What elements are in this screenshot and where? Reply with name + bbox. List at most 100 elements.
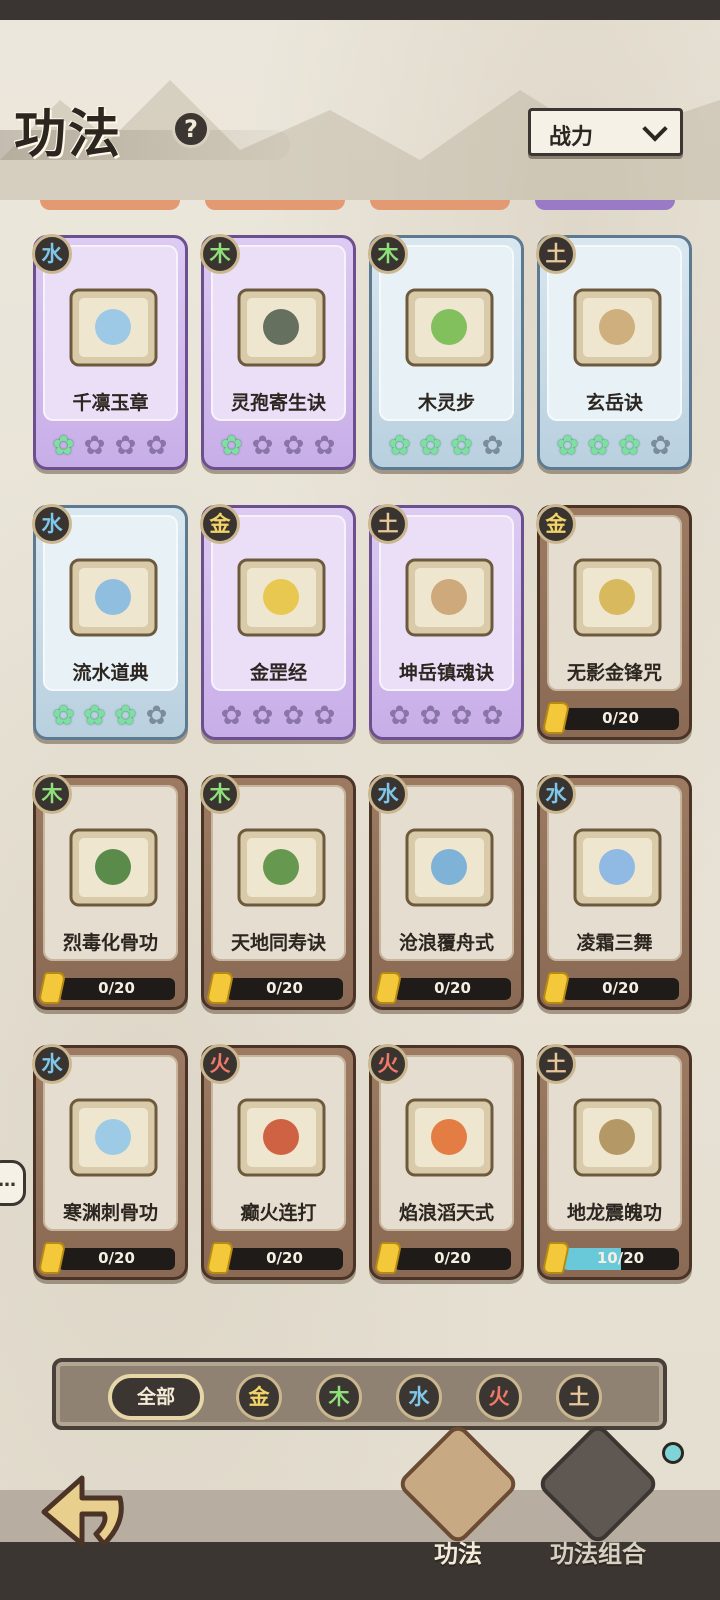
star-icon: ✿ — [52, 431, 75, 461]
progress-text: 0/20 — [98, 1249, 135, 1267]
star-icon: ✿ — [556, 431, 579, 461]
star-icon: ✿ — [52, 701, 75, 731]
skill-card[interactable]: 水沧浪覆舟式 0/20 — [368, 774, 524, 1010]
chat-tab[interactable]: … — [0, 1160, 26, 1206]
star-icon: ✿ — [450, 701, 473, 731]
ice-crystal-icon — [61, 1090, 166, 1185]
frost-crystal-icon — [565, 820, 670, 915]
element-badge: 水 — [32, 1044, 72, 1084]
green-flame-icon — [229, 820, 334, 915]
skill-name: 坤岳镇魂诀 — [398, 662, 494, 684]
skill-name: 金罡经 — [249, 662, 307, 684]
skill-card[interactable]: 土地龙震魄功 10/20 — [536, 1044, 692, 1280]
skill-card[interactable]: 木木灵步 ✿ ✿ ✿ ✿ — [368, 234, 524, 470]
ice-shards-icon — [61, 280, 166, 375]
progress-text: 0/20 — [602, 709, 639, 727]
skill-card[interactable]: 土坤岳镇魂诀 ✿ ✿ ✿ ✿ — [368, 504, 524, 740]
sort-dropdown-label: 战力 — [549, 125, 594, 150]
filter-metal-button[interactable]: 金 — [236, 1374, 282, 1420]
spore-creature-icon — [229, 280, 334, 375]
element-badge: 水 — [32, 504, 72, 544]
skill-name: 流水道典 — [72, 662, 149, 684]
filter-earth-button[interactable]: 土 — [556, 1374, 602, 1420]
skill-name: 寒渊刺骨功 — [62, 1202, 158, 1224]
skill-card[interactable]: 火癫火连打 0/20 — [200, 1044, 356, 1280]
element-badge: 金 — [200, 504, 240, 544]
star-icon: ✿ — [388, 701, 411, 731]
flame-wave-icon — [397, 1090, 502, 1185]
star-icon: ✿ — [587, 431, 610, 461]
skill-card[interactable]: 水凌霜三舞 0/20 — [536, 774, 692, 1010]
skill-card[interactable]: 土玄岳诀 ✿ ✿ ✿ ✿ — [536, 234, 692, 470]
earth-dragon-icon — [565, 1090, 670, 1185]
earth-fist-icon — [565, 280, 670, 375]
golden-blade-icon — [565, 550, 670, 645]
partial-card-row — [0, 200, 720, 212]
sort-dropdown[interactable]: 战力 — [528, 108, 683, 156]
skill-card[interactable]: 木灵孢寄生诀 ✿ ✿ ✿ ✿ — [200, 234, 356, 470]
star-icon: ✿ — [313, 701, 336, 731]
tab-skills[interactable]: 功法 — [395, 1421, 521, 1569]
star-rating: ✿ ✿ ✿ ✿ — [50, 433, 170, 460]
progress-text: 0/20 — [434, 979, 471, 997]
fragment-progress: 0/20 — [562, 978, 679, 1000]
element-badge: 土 — [368, 504, 408, 544]
filter-fire-button[interactable]: 火 — [476, 1374, 522, 1420]
element-badge: 金 — [536, 504, 576, 544]
skill-card[interactable]: 木烈毒化骨功 0/20 — [32, 774, 188, 1010]
fragment-progress: 0/20 — [58, 978, 175, 1000]
filter-water-button[interactable]: 水 — [396, 1374, 442, 1420]
star-rating: ✿ ✿ ✿ ✿ — [218, 703, 338, 730]
filter-wood-button[interactable]: 木 — [316, 1374, 362, 1420]
skill-card[interactable]: 木天地同寿诀 0/20 — [200, 774, 356, 1010]
tab-skill-combos[interactable]: 功法组合 — [535, 1421, 661, 1569]
back-arrow-icon[interactable] — [34, 1464, 130, 1560]
element-badge: 木 — [368, 234, 408, 274]
star-icon: ✿ — [83, 431, 106, 461]
fire-orb-icon — [229, 1090, 334, 1185]
progress-text: 10/20 — [596, 1249, 645, 1267]
skill-name: 千凛玉章 — [72, 392, 149, 414]
skill-card[interactable]: 水寒渊刺骨功 0/20 — [32, 1044, 188, 1280]
partial-card — [40, 200, 180, 210]
star-icon: ✿ — [282, 431, 305, 461]
partial-card — [205, 200, 345, 210]
skill-card[interactable]: 水流水道典 ✿ ✿ ✿ ✿ — [32, 504, 188, 740]
fragment-progress: 0/20 — [562, 708, 679, 730]
star-icon: ✿ — [618, 431, 641, 461]
star-icon: ✿ — [282, 701, 305, 731]
star-icon: ✿ — [450, 431, 473, 461]
star-icon: ✿ — [251, 701, 274, 731]
notification-gem-icon — [662, 1442, 684, 1464]
skill-name: 凌霜三舞 — [576, 932, 653, 954]
star-icon: ✿ — [388, 431, 411, 461]
progress-text: 0/20 — [602, 979, 639, 997]
skill-card-grid: 水千凛玉章 ✿ ✿ ✿ ✿ 木灵孢寄生诀 ✿ ✿ ✿ ✿ 木木灵步 ✿ ✿ ✿ ✿ 土玄岳诀 ✿ ✿ ✿ ✿ 水流水道典… — [32, 234, 698, 1280]
star-icon: ✿ — [114, 431, 137, 461]
star-rating: ✿ ✿ ✿ ✿ — [50, 703, 170, 730]
star-icon: ✿ — [145, 431, 168, 461]
skill-card[interactable]: 金金罡经 ✿ ✿ ✿ ✿ — [200, 504, 356, 740]
skill-name: 天地同寿诀 — [230, 932, 326, 954]
element-filter-bar: 全部 金 木 水 火 土 — [52, 1358, 667, 1430]
fragment-progress: 0/20 — [226, 978, 343, 1000]
partial-card — [535, 200, 675, 210]
star-icon: ✿ — [419, 701, 442, 731]
element-badge: 土 — [536, 1044, 576, 1084]
skill-name: 木灵步 — [417, 392, 475, 414]
fragment-progress: 0/20 — [226, 1248, 343, 1270]
element-badge: 木 — [200, 234, 240, 274]
element-badge: 土 — [536, 234, 576, 274]
gold-arrows-icon — [229, 550, 334, 645]
star-icon: ✿ — [481, 701, 504, 731]
filter-all-button[interactable]: 全部 — [108, 1374, 204, 1420]
skill-card[interactable]: 水千凛玉章 ✿ ✿ ✿ ✿ — [32, 234, 188, 470]
element-badge: 水 — [536, 774, 576, 814]
water-wave-icon — [61, 550, 166, 645]
help-button[interactable]: ? — [172, 110, 210, 148]
progress-text: 0/20 — [266, 1249, 303, 1267]
skill-card[interactable]: 金无影金锋咒 0/20 — [536, 504, 692, 740]
skill-name: 烈毒化骨功 — [62, 932, 158, 954]
star-rating: ✿ ✿ ✿ ✿ — [386, 433, 506, 460]
skill-card[interactable]: 火焰浪滔天式 0/20 — [368, 1044, 524, 1280]
